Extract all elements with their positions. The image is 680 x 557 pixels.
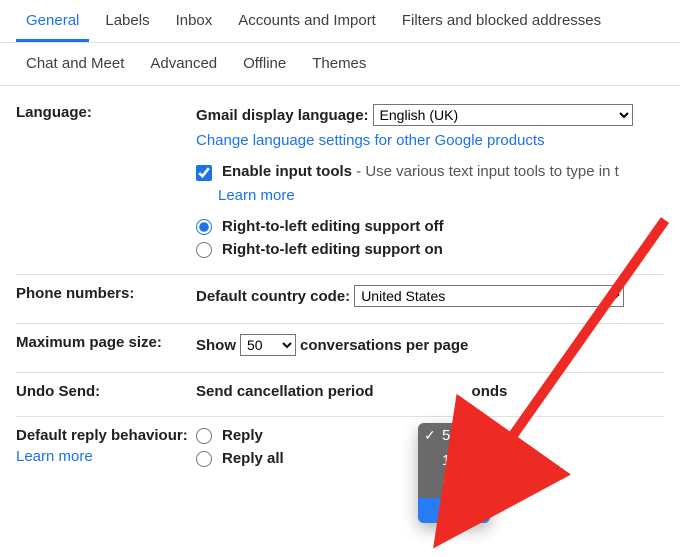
undo-send-dropdown[interactable]: ✓ 5 10 20 30 [418, 423, 490, 523]
undo-suffix: onds [472, 383, 508, 400]
row-reply: Default reply behaviour: Learn more Repl… [16, 417, 664, 473]
tab-themes[interactable]: Themes [302, 43, 376, 85]
undo-option-30[interactable]: 30 [418, 498, 490, 523]
pagesize-show: Show [196, 337, 236, 354]
tab-general[interactable]: General [16, 0, 89, 42]
rtl-on-label: Right-to-left editing support on [222, 241, 443, 258]
tab-filters[interactable]: Filters and blocked addresses [392, 0, 611, 42]
pagesize-suffix: conversations per page [300, 337, 468, 354]
tab-offline[interactable]: Offline [233, 43, 296, 85]
input-tools-learn-more[interactable]: Learn more [218, 187, 295, 204]
undo-option-5[interactable]: ✓ 5 [418, 423, 490, 448]
display-language-select[interactable]: English (UK) [373, 104, 633, 126]
country-code-select[interactable]: United States [354, 285, 624, 307]
enable-input-tools-checkbox[interactable] [196, 165, 212, 181]
tab-inbox[interactable]: Inbox [166, 0, 223, 42]
display-language-label: Gmail display language: [196, 107, 369, 124]
undo-label: Undo Send: [16, 383, 196, 400]
undo-option-20[interactable]: 20 [418, 473, 490, 498]
reply-learn-more[interactable]: Learn more [16, 448, 196, 465]
tab-accounts[interactable]: Accounts and Import [228, 0, 386, 42]
reply-all-radio[interactable] [196, 451, 212, 467]
check-icon: ✓ [424, 427, 436, 444]
row-undo: Undo Send: Send cancellation period onds [16, 373, 664, 417]
row-phone: Phone numbers: Default country code: Uni… [16, 275, 664, 324]
rtl-off-label: Right-to-left editing support off [222, 218, 444, 235]
settings-tabs-row1: General Labels Inbox Accounts and Import… [0, 0, 680, 43]
reply-radio[interactable] [196, 428, 212, 444]
settings-body: Language: Gmail display language: Englis… [0, 86, 680, 473]
reply-label: Default reply behaviour: [16, 427, 196, 444]
pagesize-label: Maximum page size: [16, 334, 196, 351]
undo-option-10[interactable]: 10 [418, 448, 490, 473]
tab-chat-meet[interactable]: Chat and Meet [16, 43, 134, 85]
reply-option: Reply [222, 427, 263, 444]
settings-tabs-row2: Chat and Meet Advanced Offline Themes [0, 43, 680, 86]
enable-input-tools-label: Enable input tools [222, 163, 352, 180]
enable-input-tools-desc: - Use various text input tools to type i… [352, 163, 619, 180]
tab-labels[interactable]: Labels [95, 0, 159, 42]
row-pagesize: Maximum page size: Show 50 conversations… [16, 324, 664, 373]
row-language: Language: Gmail display language: Englis… [16, 94, 664, 275]
tab-advanced[interactable]: Advanced [140, 43, 227, 85]
phone-label: Phone numbers: [16, 285, 196, 302]
reply-all-option: Reply all [222, 450, 284, 467]
rtl-off-radio[interactable] [196, 219, 212, 235]
rtl-on-radio[interactable] [196, 242, 212, 258]
default-country-label: Default country code: [196, 288, 350, 305]
pagesize-select[interactable]: 50 [240, 334, 296, 356]
undo-prefix: Send cancellation period [196, 383, 374, 400]
change-language-link[interactable]: Change language settings for other Googl… [196, 132, 545, 149]
language-label: Language: [16, 104, 196, 121]
